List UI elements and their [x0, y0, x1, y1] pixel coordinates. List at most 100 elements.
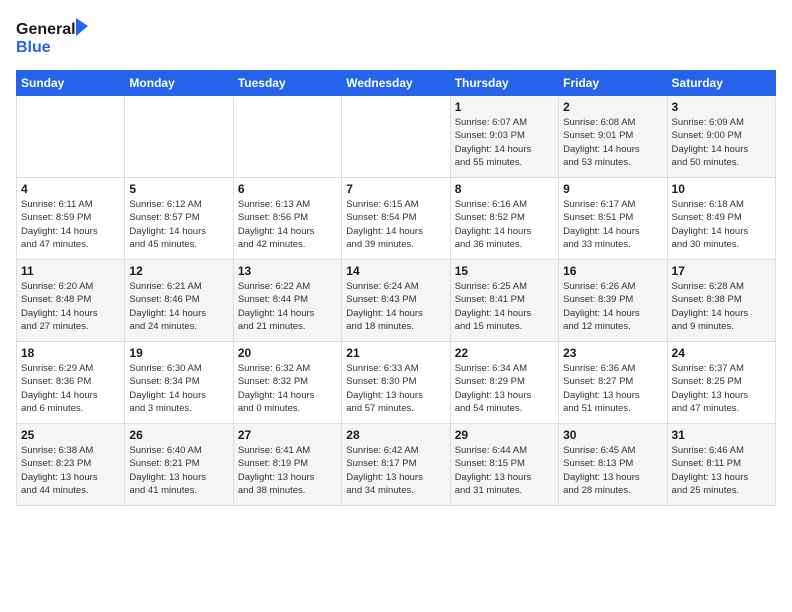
calendar-week-row: 4 Sunrise: 6:11 AM Sunset: 8:59 PM Daylig… [17, 178, 776, 260]
day-number: 19 [129, 346, 228, 360]
cell-info: Sunrise: 6:29 AM Sunset: 8:36 PM Dayligh… [21, 362, 120, 415]
day-number: 27 [238, 428, 337, 442]
calendar-week-row: 18 Sunrise: 6:29 AM Sunset: 8:36 PM Dayli… [17, 342, 776, 424]
cell-info: Sunrise: 6:17 AM Sunset: 8:51 PM Dayligh… [563, 198, 662, 251]
calendar-cell: 14 Sunrise: 6:24 AM Sunset: 8:43 PM Dayli… [342, 260, 450, 342]
calendar-cell: 13 Sunrise: 6:22 AM Sunset: 8:44 PM Dayli… [233, 260, 341, 342]
cell-info: Sunrise: 6:24 AM Sunset: 8:43 PM Dayligh… [346, 280, 445, 333]
calendar-cell: 1Sunrise: 6:07 AM Sunset: 9:03 PM Daylig… [450, 96, 558, 178]
cell-info: Sunrise: 6:15 AM Sunset: 8:54 PM Dayligh… [346, 198, 445, 251]
day-number: 2 [563, 100, 662, 114]
calendar-cell: 11 Sunrise: 6:20 AM Sunset: 8:48 PM Dayli… [17, 260, 125, 342]
day-number: 4 [21, 182, 120, 196]
day-number: 22 [455, 346, 554, 360]
calendar-cell: 20 Sunrise: 6:32 AM Sunset: 8:32 PM Dayli… [233, 342, 341, 424]
cell-info: Sunrise: 6:20 AM Sunset: 8:48 PM Dayligh… [21, 280, 120, 333]
calendar-cell [17, 96, 125, 178]
cell-info: Sunrise: 6:30 AM Sunset: 8:34 PM Dayligh… [129, 362, 228, 415]
day-number: 18 [21, 346, 120, 360]
day-number: 14 [346, 264, 445, 278]
calendar-cell: 12 Sunrise: 6:21 AM Sunset: 8:46 PM Dayli… [125, 260, 233, 342]
day-number: 31 [672, 428, 771, 442]
cell-info: Sunrise: 6:33 AM Sunset: 8:30 PM Dayligh… [346, 362, 445, 415]
calendar-table: SundayMondayTuesdayWednesdayThursdayFrid… [16, 70, 776, 506]
calendar-week-row: 25 Sunrise: 6:38 AM Sunset: 8:23 PM Dayli… [17, 424, 776, 506]
day-number: 20 [238, 346, 337, 360]
day-number: 23 [563, 346, 662, 360]
svg-text:Blue: Blue [16, 39, 51, 56]
calendar-cell [125, 96, 233, 178]
calendar-cell [233, 96, 341, 178]
cell-info: Sunrise: 6:12 AM Sunset: 8:57 PM Dayligh… [129, 198, 228, 251]
cell-info: Sunrise: 6:13 AM Sunset: 8:56 PM Dayligh… [238, 198, 337, 251]
cell-info: Sunrise: 6:36 AM Sunset: 8:27 PM Dayligh… [563, 362, 662, 415]
day-number: 13 [238, 264, 337, 278]
day-number: 21 [346, 346, 445, 360]
weekday-header-friday: Friday [559, 71, 667, 96]
svg-text:General: General [16, 21, 76, 38]
day-number: 26 [129, 428, 228, 442]
cell-info: Sunrise: 6:28 AM Sunset: 8:38 PM Dayligh… [672, 280, 771, 333]
calendar-cell: 27Sunrise: 6:41 AM Sunset: 8:19 PM Dayli… [233, 424, 341, 506]
day-number: 30 [563, 428, 662, 442]
day-number: 16 [563, 264, 662, 278]
calendar-cell: 15 Sunrise: 6:25 AM Sunset: 8:41 PM Dayli… [450, 260, 558, 342]
cell-info: Sunrise: 6:37 AM Sunset: 8:25 PM Dayligh… [672, 362, 771, 415]
day-number: 12 [129, 264, 228, 278]
cell-info: Sunrise: 6:25 AM Sunset: 8:41 PM Dayligh… [455, 280, 554, 333]
calendar-cell: 8 Sunrise: 6:16 AM Sunset: 8:52 PM Daylig… [450, 178, 558, 260]
cell-info: Sunrise: 6:21 AM Sunset: 8:46 PM Dayligh… [129, 280, 228, 333]
day-number: 8 [455, 182, 554, 196]
logo-svg: GeneralBlue [16, 16, 96, 60]
calendar-cell: 25 Sunrise: 6:38 AM Sunset: 8:23 PM Dayli… [17, 424, 125, 506]
cell-info: Sunrise: 6:11 AM Sunset: 8:59 PM Dayligh… [21, 198, 120, 251]
calendar-cell: 19 Sunrise: 6:30 AM Sunset: 8:34 PM Dayli… [125, 342, 233, 424]
calendar-cell: 26Sunrise: 6:40 AM Sunset: 8:21 PM Dayli… [125, 424, 233, 506]
cell-info: Sunrise: 6:32 AM Sunset: 8:32 PM Dayligh… [238, 362, 337, 415]
calendar-cell: 10Sunrise: 6:18 AM Sunset: 8:49 PM Dayli… [667, 178, 775, 260]
cell-info: Sunrise: 6:34 AM Sunset: 8:29 PM Dayligh… [455, 362, 554, 415]
cell-info: Sunrise: 6:46 AM Sunset: 8:11 PM Dayligh… [672, 444, 771, 497]
calendar-week-row: 1Sunrise: 6:07 AM Sunset: 9:03 PM Daylig… [17, 96, 776, 178]
weekday-header-thursday: Thursday [450, 71, 558, 96]
cell-info: Sunrise: 6:16 AM Sunset: 8:52 PM Dayligh… [455, 198, 554, 251]
weekday-header-tuesday: Tuesday [233, 71, 341, 96]
day-number: 17 [672, 264, 771, 278]
day-number: 29 [455, 428, 554, 442]
calendar-cell: 9 Sunrise: 6:17 AM Sunset: 8:51 PM Daylig… [559, 178, 667, 260]
day-number: 9 [563, 182, 662, 196]
calendar-cell: 22 Sunrise: 6:34 AM Sunset: 8:29 PM Dayli… [450, 342, 558, 424]
day-number: 11 [21, 264, 120, 278]
calendar-cell: 4 Sunrise: 6:11 AM Sunset: 8:59 PM Daylig… [17, 178, 125, 260]
day-number: 7 [346, 182, 445, 196]
cell-info: Sunrise: 6:08 AM Sunset: 9:01 PM Dayligh… [563, 116, 662, 169]
cell-info: Sunrise: 6:45 AM Sunset: 8:13 PM Dayligh… [563, 444, 662, 497]
calendar-cell: 17 Sunrise: 6:28 AM Sunset: 8:38 PM Dayli… [667, 260, 775, 342]
calendar-cell: 24 Sunrise: 6:37 AM Sunset: 8:25 PM Dayli… [667, 342, 775, 424]
calendar-cell: 18 Sunrise: 6:29 AM Sunset: 8:36 PM Dayli… [17, 342, 125, 424]
day-number: 5 [129, 182, 228, 196]
cell-info: Sunrise: 6:44 AM Sunset: 8:15 PM Dayligh… [455, 444, 554, 497]
calendar-cell: 7 Sunrise: 6:15 AM Sunset: 8:54 PM Daylig… [342, 178, 450, 260]
weekday-header-row: SundayMondayTuesdayWednesdayThursdayFrid… [17, 71, 776, 96]
calendar-cell: 31 Sunrise: 6:46 AM Sunset: 8:11 PM Dayli… [667, 424, 775, 506]
day-number: 1 [455, 100, 554, 114]
weekday-header-monday: Monday [125, 71, 233, 96]
cell-info: Sunrise: 6:26 AM Sunset: 8:39 PM Dayligh… [563, 280, 662, 333]
day-number: 15 [455, 264, 554, 278]
calendar-week-row: 11 Sunrise: 6:20 AM Sunset: 8:48 PM Dayli… [17, 260, 776, 342]
day-number: 10 [672, 182, 771, 196]
weekday-header-sunday: Sunday [17, 71, 125, 96]
day-number: 24 [672, 346, 771, 360]
calendar-cell: 30 Sunrise: 6:45 AM Sunset: 8:13 PM Dayli… [559, 424, 667, 506]
day-number: 25 [21, 428, 120, 442]
calendar-cell: 28Sunrise: 6:42 AM Sunset: 8:17 PM Dayli… [342, 424, 450, 506]
day-number: 28 [346, 428, 445, 442]
weekday-header-saturday: Saturday [667, 71, 775, 96]
cell-info: Sunrise: 6:38 AM Sunset: 8:23 PM Dayligh… [21, 444, 120, 497]
calendar-cell: 3Sunrise: 6:09 AM Sunset: 9:00 PM Daylig… [667, 96, 775, 178]
page-header: GeneralBlue [16, 16, 776, 60]
calendar-cell: 6Sunrise: 6:13 AM Sunset: 8:56 PM Daylig… [233, 178, 341, 260]
day-number: 3 [672, 100, 771, 114]
cell-info: Sunrise: 6:22 AM Sunset: 8:44 PM Dayligh… [238, 280, 337, 333]
